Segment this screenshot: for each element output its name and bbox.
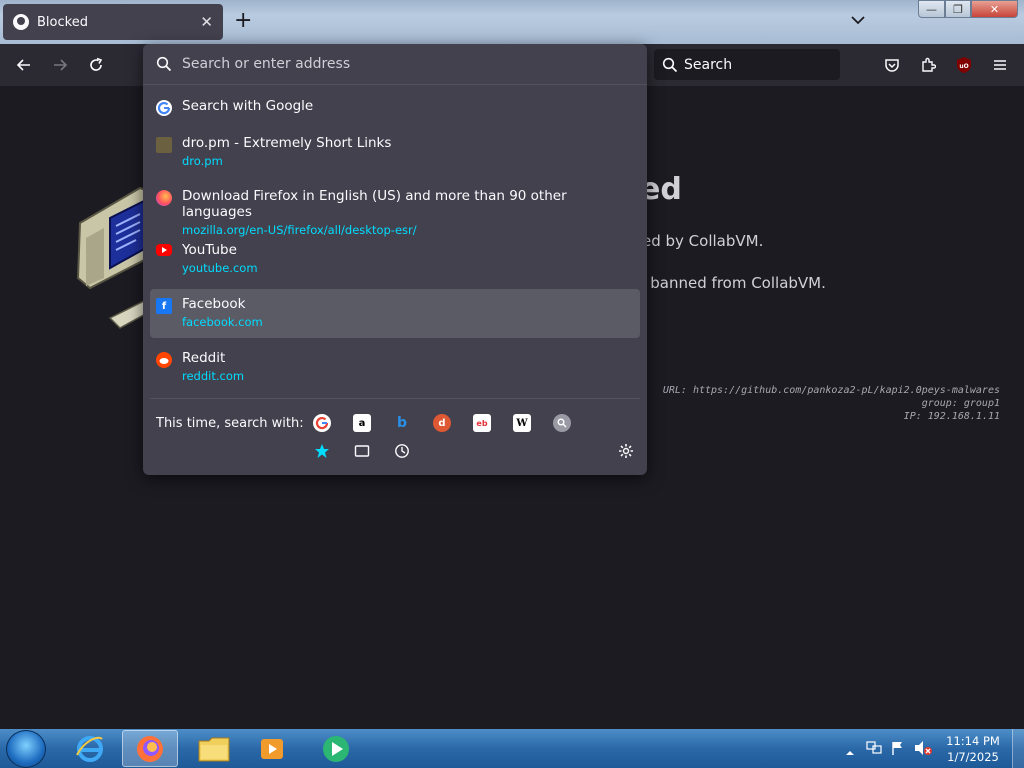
- result-youtube[interactable]: YouTube youtube.com: [150, 242, 640, 282]
- volume-muted-icon[interactable]: [914, 740, 932, 756]
- forward-button[interactable]: [49, 54, 71, 76]
- forward-arrow-icon: [54, 59, 68, 71]
- address-bar-dropdown: Search with Google dro.pm - Extremely Sh…: [143, 44, 647, 475]
- menu-button[interactable]: [989, 54, 1011, 76]
- result-title: Reddit: [182, 350, 226, 366]
- media-center-icon[interactable]: [308, 730, 364, 767]
- show-desktop-button[interactable]: [1012, 729, 1024, 768]
- hamburger-menu-icon: [994, 60, 1006, 70]
- back-button[interactable]: [13, 54, 35, 76]
- result-facebook[interactable]: f Facebook facebook.com: [150, 289, 640, 338]
- result-url: reddit.com: [182, 369, 245, 383]
- github-icon: [13, 14, 29, 30]
- extensions-button[interactable]: [917, 54, 939, 76]
- firefox-icon: [156, 190, 172, 206]
- result-title: Search with Google: [182, 98, 314, 114]
- start-button[interactable]: [6, 730, 46, 768]
- pocket-button[interactable]: [881, 54, 903, 76]
- gear-icon[interactable]: [617, 442, 635, 460]
- title-bar: Blocked ✕ + — ❐ ✕: [0, 0, 1024, 44]
- taskbar: 11:14 PM 1/7/2025: [0, 729, 1024, 768]
- result-title: Download Firefox in English (US) and mor…: [182, 188, 567, 220]
- meta-ip: IP: 192.168.1.11: [903, 411, 1000, 422]
- search-box-label: Search: [684, 56, 733, 73]
- reload-icon: [90, 57, 103, 71]
- result-url: dro.pm: [182, 154, 223, 168]
- wikipedia-icon[interactable]: W: [513, 414, 531, 432]
- result-url: facebook.com: [182, 315, 263, 329]
- search-engine-icon[interactable]: [553, 414, 571, 432]
- ublock-button[interactable]: uO: [953, 54, 975, 76]
- search-box[interactable]: Search: [654, 49, 840, 80]
- media-player-icon[interactable]: [244, 730, 300, 767]
- address-input[interactable]: [182, 56, 602, 72]
- window-controls: — ❐ ✕: [918, 0, 1018, 18]
- maximize-button[interactable]: ❐: [945, 0, 971, 18]
- show-hidden-icons-button[interactable]: [845, 743, 855, 755]
- result-search-google[interactable]: Search with Google: [150, 98, 640, 120]
- network-icon[interactable]: [866, 740, 882, 756]
- youtube-icon: [156, 244, 172, 256]
- result-title: dro.pm - Extremely Short Links: [182, 135, 392, 151]
- ublock-origin-icon: uO: [957, 57, 971, 73]
- firefox-taskbar-icon[interactable]: [122, 730, 178, 767]
- chevron-down-icon[interactable]: [850, 12, 866, 28]
- one-off-search-label: This time, search with:: [156, 416, 304, 431]
- reload-button[interactable]: [85, 54, 107, 76]
- new-tab-button[interactable]: +: [234, 10, 252, 32]
- tabs-icon[interactable]: [353, 442, 371, 460]
- result-url: mozilla.org/en-US/firefox/all/desktop-es…: [182, 223, 417, 237]
- internet-explorer-icon[interactable]: [62, 730, 118, 767]
- result-dropm[interactable]: dro.pm - Extremely Short Links dro.pm: [150, 135, 640, 175]
- facebook-icon: f: [156, 298, 172, 314]
- search-icon: [662, 57, 678, 72]
- tab-blocked[interactable]: Blocked ✕: [3, 4, 223, 40]
- duckduckgo-icon[interactable]: d: [433, 414, 451, 432]
- result-title: YouTube: [182, 242, 237, 258]
- address-bar[interactable]: [143, 44, 647, 84]
- puzzle-icon: [922, 57, 936, 72]
- page-paragraph-2: g banned from CollabVM.: [636, 274, 826, 292]
- dropm-icon: [156, 137, 172, 153]
- pocket-icon: [885, 59, 899, 72]
- result-title: Facebook: [182, 296, 246, 312]
- result-url: youtube.com: [182, 261, 258, 275]
- tab-title: Blocked: [37, 14, 88, 30]
- action-center-flag-icon[interactable]: [890, 740, 906, 756]
- clock-date: 1/7/2025: [947, 750, 999, 764]
- file-explorer-icon[interactable]: [186, 730, 242, 767]
- back-arrow-icon: [16, 59, 30, 71]
- divider: [150, 398, 640, 399]
- history-icon[interactable]: [393, 442, 411, 460]
- bing-icon[interactable]: b: [393, 414, 411, 432]
- page-meta: URL: https://github.com/pankoza2-pL/kapi…: [663, 384, 1000, 423]
- amazon-icon[interactable]: a: [353, 414, 371, 432]
- divider: [143, 84, 647, 85]
- meta-url: URL: https://github.com/pankoza2-pL/kapi…: [662, 385, 1000, 396]
- reddit-icon: [156, 352, 172, 368]
- google-icon: [156, 100, 172, 116]
- close-window-button[interactable]: ✕: [971, 0, 1018, 18]
- result-firefox-download[interactable]: Download Firefox in English (US) and mor…: [150, 188, 640, 237]
- system-clock[interactable]: 11:14 PM 1/7/2025: [936, 733, 1010, 765]
- tab-close-button[interactable]: ✕: [200, 13, 213, 31]
- page-paragraph-1: ed by CollabVM.: [642, 232, 764, 250]
- meta-group: group: group1: [921, 398, 1000, 409]
- minimize-button[interactable]: —: [918, 0, 945, 18]
- clock-time: 11:14 PM: [946, 734, 1000, 748]
- ebay-icon[interactable]: eb: [473, 414, 491, 432]
- result-reddit[interactable]: Reddit reddit.com: [150, 350, 640, 390]
- google-icon[interactable]: [313, 414, 331, 432]
- svg-text:uO: uO: [959, 63, 968, 70]
- bookmarks-icon[interactable]: [313, 442, 331, 460]
- search-icon: [156, 56, 172, 72]
